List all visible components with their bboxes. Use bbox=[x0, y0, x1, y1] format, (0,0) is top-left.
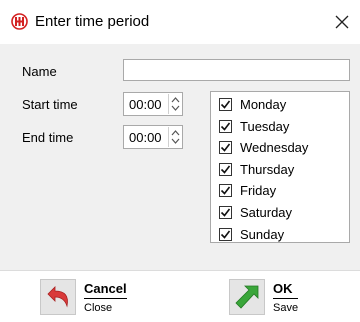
start-time-label: Start time bbox=[22, 97, 78, 112]
ok-button[interactable]: OK Save bbox=[229, 279, 299, 319]
check-icon bbox=[220, 230, 231, 239]
start-time-spinner[interactable] bbox=[168, 94, 181, 114]
day-label: Tuesday bbox=[240, 118, 290, 134]
day-item-thursday[interactable]: Thursday bbox=[219, 160, 294, 178]
dialog-footer: Cancel Close OK Save bbox=[0, 270, 360, 322]
check-icon bbox=[220, 100, 231, 109]
start-time-field[interactable]: 00:00 bbox=[123, 92, 183, 116]
window-title: Enter time period bbox=[35, 13, 150, 30]
end-time-value: 00:00 bbox=[129, 130, 162, 145]
checkbox[interactable] bbox=[219, 227, 232, 241]
ok-sublabel: Save bbox=[273, 302, 299, 314]
day-label: Saturday bbox=[240, 204, 293, 220]
checkbox[interactable] bbox=[219, 140, 232, 154]
check-icon bbox=[220, 165, 231, 174]
checkbox[interactable] bbox=[219, 183, 232, 197]
check-icon bbox=[220, 122, 231, 131]
day-label: Friday bbox=[240, 182, 277, 198]
day-label: Monday bbox=[240, 96, 287, 112]
end-time-spinner[interactable] bbox=[168, 127, 181, 147]
check-icon bbox=[220, 186, 231, 195]
start-time-value: 00:00 bbox=[129, 97, 162, 112]
name-label: Name bbox=[22, 64, 57, 79]
check-icon bbox=[220, 208, 231, 217]
name-field[interactable] bbox=[123, 59, 350, 81]
checkbox[interactable] bbox=[219, 119, 232, 133]
checkbox[interactable] bbox=[219, 205, 232, 219]
day-item-tuesday[interactable]: Tuesday bbox=[219, 117, 289, 135]
cancel-button[interactable]: Cancel Close bbox=[40, 279, 127, 319]
time-period-icon bbox=[11, 13, 28, 30]
undo-arrow-icon bbox=[40, 279, 76, 315]
spinner-arrows-icon bbox=[171, 97, 180, 111]
check-icon bbox=[220, 143, 231, 152]
spinner-arrows-icon bbox=[171, 130, 180, 144]
checkbox[interactable] bbox=[219, 162, 232, 176]
day-item-monday[interactable]: Monday bbox=[219, 95, 286, 113]
weekday-list: Monday Tuesday Wednesday Thursday Friday… bbox=[210, 91, 350, 243]
cancel-label: Cancel bbox=[84, 281, 127, 299]
ok-label: OK bbox=[273, 281, 299, 299]
checkbox[interactable] bbox=[219, 97, 232, 111]
day-item-saturday[interactable]: Saturday bbox=[219, 203, 292, 221]
day-label: Sunday bbox=[240, 226, 285, 242]
day-item-sunday[interactable]: Sunday bbox=[219, 225, 284, 243]
day-item-wednesday[interactable]: Wednesday bbox=[219, 138, 308, 156]
end-time-field[interactable]: 00:00 bbox=[123, 125, 183, 149]
cancel-sublabel: Close bbox=[84, 302, 113, 314]
day-label: Wednesday bbox=[240, 139, 309, 155]
day-item-friday[interactable]: Friday bbox=[219, 181, 276, 199]
close-icon bbox=[335, 15, 349, 29]
title-bar: Enter time period bbox=[0, 0, 360, 44]
close-button[interactable] bbox=[328, 8, 356, 36]
day-label: Thursday bbox=[240, 161, 295, 177]
end-time-label: End time bbox=[22, 130, 74, 145]
ok-arrow-icon bbox=[229, 279, 265, 315]
